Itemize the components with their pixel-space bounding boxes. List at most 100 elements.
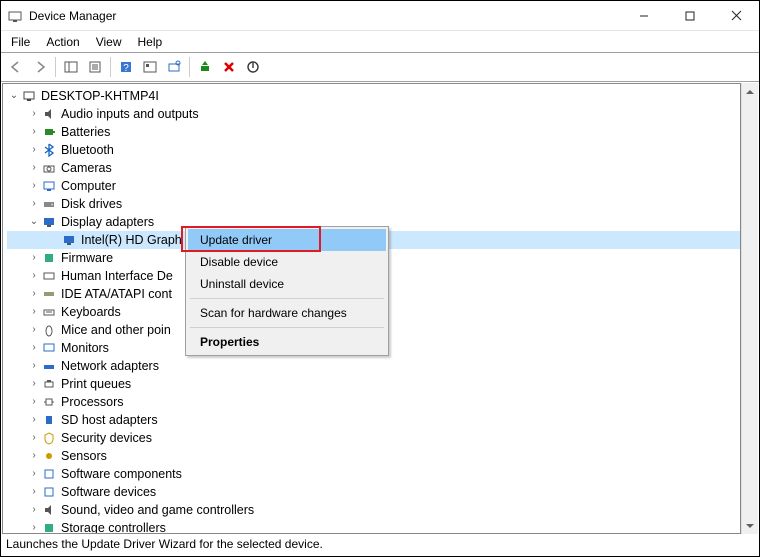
tree-item[interactable]: ›Cameras	[7, 159, 740, 177]
disable-button[interactable]	[242, 56, 264, 78]
chevron-right-icon[interactable]: ›	[27, 377, 41, 391]
ctx-disable-device[interactable]: Disable device	[188, 251, 386, 273]
chevron-right-icon[interactable]: ›	[27, 251, 41, 265]
tree-item-label: Sensors	[61, 447, 107, 465]
toolbar-separator	[189, 57, 190, 77]
tree-item[interactable]: › Software components	[7, 465, 740, 483]
ctx-properties[interactable]: Properties	[188, 331, 386, 353]
chevron-right-icon[interactable]: ›	[27, 413, 41, 427]
chevron-right-icon[interactable]: ›	[27, 395, 41, 409]
computer-icon	[41, 178, 57, 194]
ide-icon	[41, 286, 57, 302]
status-text: Launches the Update Driver Wizard for th…	[6, 537, 323, 551]
display-icon	[41, 214, 57, 230]
chevron-right-icon[interactable]: ›	[27, 467, 41, 481]
menu-action[interactable]: Action	[40, 34, 85, 50]
hid-icon	[41, 268, 57, 284]
chevron-right-icon[interactable]: ›	[27, 125, 41, 139]
audio-icon	[41, 106, 57, 122]
tree-item-label: Processors	[61, 393, 124, 411]
ctx-uninstall-device[interactable]: Uninstall device	[188, 273, 386, 295]
tree-item[interactable]: ›SD host adapters	[7, 411, 740, 429]
chevron-down-icon[interactable]: ⌄	[7, 89, 21, 103]
tree-item[interactable]: ›Audio inputs and outputs	[7, 105, 740, 123]
tree-item-label: Firmware	[61, 249, 113, 267]
sd-icon	[41, 412, 57, 428]
computer-icon	[21, 88, 37, 104]
tree-item[interactable]: ›Storage controllers	[7, 519, 740, 534]
bluetooth-icon	[41, 142, 57, 158]
tree-item[interactable]: ›Bluetooth	[7, 141, 740, 159]
help-button[interactable]: ?	[115, 56, 137, 78]
uninstall-button[interactable]	[218, 56, 240, 78]
chevron-right-icon[interactable]: ›	[27, 197, 41, 211]
chevron-right-icon[interactable]: ›	[27, 179, 41, 193]
tree-item-label: Human Interface De	[61, 267, 173, 285]
mouse-icon	[41, 322, 57, 338]
chevron-right-icon[interactable]: ›	[27, 449, 41, 463]
chevron-right-icon[interactable]: ›	[27, 323, 41, 337]
storage-icon	[41, 520, 57, 534]
chevron-right-icon[interactable]: ›	[27, 431, 41, 445]
sensor-icon	[41, 448, 57, 464]
tree-item[interactable]: › Print queues	[7, 375, 740, 393]
tree-item-label: Network adapters	[61, 357, 159, 375]
app-icon	[7, 8, 23, 24]
window-title: Device Manager	[29, 9, 621, 23]
network-icon	[41, 358, 57, 374]
action1-button[interactable]	[139, 56, 161, 78]
tree-item-label: Display adapters	[61, 213, 154, 231]
maximize-button[interactable]	[667, 1, 713, 30]
forward-button[interactable]	[29, 56, 51, 78]
update-driver-button[interactable]	[194, 56, 216, 78]
chevron-right-icon[interactable]: ›	[27, 503, 41, 517]
tree-item[interactable]: ›Sound, video and game controllers	[7, 501, 740, 519]
scan-button[interactable]	[163, 56, 185, 78]
spacer	[47, 233, 61, 247]
tree-root[interactable]: ⌄ DESKTOP-KHTMP4I	[7, 87, 740, 105]
close-button[interactable]	[713, 1, 759, 30]
processor-icon	[41, 394, 57, 410]
tree-root-label: DESKTOP-KHTMP4I	[41, 87, 159, 105]
tree-item-label: Intel(R) HD Graph	[81, 231, 182, 249]
chevron-right-icon[interactable]: ›	[27, 341, 41, 355]
keyboard-icon	[41, 304, 57, 320]
scroll-down-button[interactable]	[742, 517, 758, 534]
toolbar-separator	[110, 57, 111, 77]
window-buttons	[621, 1, 759, 30]
chevron-right-icon[interactable]: ›	[27, 521, 41, 534]
chevron-right-icon[interactable]: ›	[27, 359, 41, 373]
chevron-right-icon[interactable]: ›	[27, 161, 41, 175]
tree-item-label: Software components	[61, 465, 182, 483]
chevron-right-icon[interactable]: ›	[27, 269, 41, 283]
ctx-scan-hardware[interactable]: Scan for hardware changes	[188, 302, 386, 324]
minimize-button[interactable]	[621, 1, 667, 30]
menu-help[interactable]: Help	[132, 34, 169, 50]
tree-item-label: Print queues	[61, 375, 131, 393]
scrollbar[interactable]	[741, 83, 758, 534]
titlebar: Device Manager	[1, 1, 759, 31]
chevron-right-icon[interactable]: ›	[27, 143, 41, 157]
chevron-right-icon[interactable]: ›	[27, 287, 41, 301]
scroll-up-button[interactable]	[742, 83, 758, 100]
battery-icon	[41, 124, 57, 140]
back-button[interactable]	[5, 56, 27, 78]
chevron-right-icon[interactable]: ›	[27, 107, 41, 121]
tree-item[interactable]: › Network adapters	[7, 357, 740, 375]
menu-file[interactable]: File	[5, 34, 36, 50]
tree-item[interactable]: ›Batteries	[7, 123, 740, 141]
tree-item[interactable]: ›Disk drives	[7, 195, 740, 213]
chevron-down-icon[interactable]: ⌄	[27, 215, 41, 229]
show-hide-tree-button[interactable]	[60, 56, 82, 78]
tree-item[interactable]: › Processors	[7, 393, 740, 411]
tree-item[interactable]: ›Software devices	[7, 483, 740, 501]
chevron-right-icon[interactable]: ›	[27, 305, 41, 319]
tree-item[interactable]: ›Computer	[7, 177, 740, 195]
tree-item[interactable]: ›Security devices	[7, 429, 740, 447]
software-icon	[41, 466, 57, 482]
tree-item-label: Keyboards	[61, 303, 121, 321]
menu-view[interactable]: View	[90, 34, 128, 50]
tree-item[interactable]: › Sensors	[7, 447, 740, 465]
properties-button[interactable]	[84, 56, 106, 78]
chevron-right-icon[interactable]: ›	[27, 485, 41, 499]
